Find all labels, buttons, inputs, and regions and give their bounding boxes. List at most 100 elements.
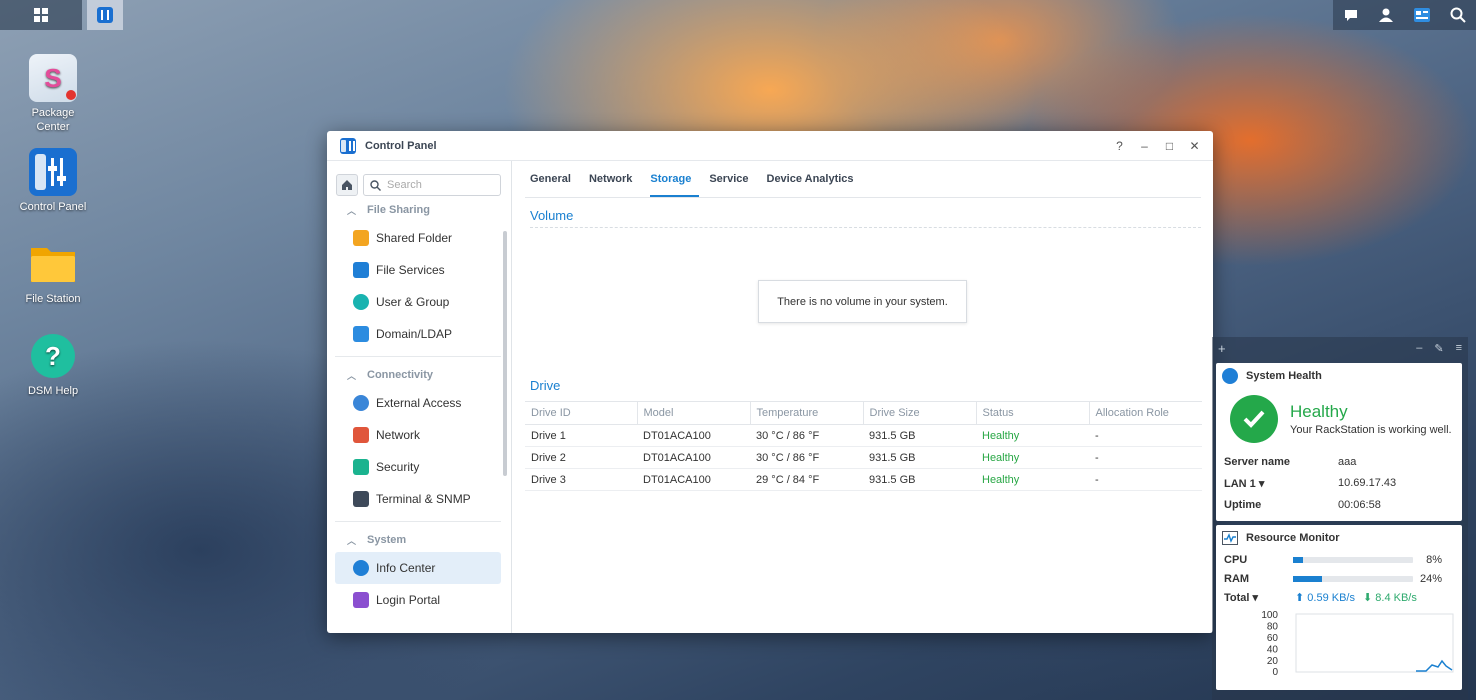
column-header[interactable]: Model [637, 401, 751, 425]
resource-monitor-icon [1222, 531, 1238, 545]
sidebar-item-terminal-snmp[interactable]: Terminal & SNMP [335, 483, 501, 515]
tab-storage[interactable]: Storage [650, 168, 700, 197]
minimize-widgets-icon[interactable]: – [1416, 342, 1422, 355]
tab-network[interactable]: Network [589, 168, 640, 197]
chevron-up-icon: ︿ [347, 535, 357, 546]
close-button[interactable]: ✕ [1186, 137, 1203, 154]
chevron-up-icon: ︿ [347, 370, 357, 381]
folder-icon [29, 240, 77, 288]
file-services-icon [353, 262, 369, 278]
download-rate: ⬇ 8.4 KB/s [1363, 591, 1417, 604]
cell: - [1089, 468, 1202, 491]
user-icon[interactable] [1378, 7, 1394, 23]
desktop-icon-dsm-help[interactable]: ? DSM Help [10, 332, 96, 398]
tab-general[interactable]: General [530, 168, 579, 197]
chart-tick: 20 [1267, 656, 1279, 667]
search-input[interactable]: Search [363, 174, 501, 196]
cell: 931.5 GB [863, 446, 976, 469]
sidebar-item-domain-ldap[interactable]: Domain/LDAP [335, 318, 501, 350]
ram-label: RAM [1224, 572, 1250, 585]
drive-table: Drive ID Model Temperature Drive Size St… [525, 401, 1202, 491]
column-header[interactable]: Status [976, 401, 1090, 425]
section-connectivity[interactable]: ︿ Connectivity [327, 363, 511, 387]
desktop-icon-label: DSM Help [27, 385, 79, 397]
sidebar-item-label: Info Center [376, 561, 436, 575]
main-content: General Network Storage Service Device A… [513, 161, 1213, 633]
chevron-up-icon: ︿ [347, 205, 357, 216]
info-icon [353, 560, 369, 576]
column-header[interactable]: Temperature [750, 401, 864, 425]
terminal-icon [353, 491, 369, 507]
domain-ldap-icon [353, 326, 369, 342]
sidebar-item-shared-folder[interactable]: Shared Folder [335, 222, 501, 254]
cpu-bar [1293, 557, 1413, 564]
maximize-button[interactable]: □ [1161, 137, 1178, 154]
health-subtitle: Your RackStation is working well. [1290, 424, 1452, 436]
widget-settings-icon[interactable]: ≡ [1456, 342, 1462, 355]
search-icon[interactable] [1450, 7, 1467, 23]
home-button[interactable] [336, 174, 358, 196]
chat-icon[interactable] [1343, 7, 1359, 23]
tab-service[interactable]: Service [709, 168, 756, 197]
server-name-label: Server name [1224, 455, 1291, 468]
sidebar-item-label: Shared Folder [376, 231, 453, 245]
lan-row: LAN 1 ▾ 10.69.17.43 [1216, 473, 1462, 495]
cpu-row: CPU 8% [1216, 551, 1462, 570]
section-label: Connectivity [367, 369, 434, 381]
sidebar-item-network[interactable]: Network [335, 419, 501, 451]
table-row[interactable]: Drive 1 DT01ACA100 30 °C / 86 °F 931.5 G… [525, 424, 1202, 447]
column-header[interactable]: Drive Size [863, 401, 977, 425]
desktop-icon-control-panel[interactable]: Control Panel [10, 148, 96, 214]
sidebar-item-info-center[interactable]: Info Center [335, 552, 501, 584]
desktop-icon-file-station[interactable]: File Station [10, 240, 96, 306]
section-file-sharing[interactable]: ︿ File Sharing [327, 198, 511, 222]
desktop-icon-label: Control Panel [19, 201, 87, 213]
sidebar-item-login-portal[interactable]: Login Portal [335, 584, 501, 616]
uptime-value: 00:06:58 [1338, 498, 1381, 511]
sidebar-item-label: Login Portal [376, 593, 441, 607]
status-cell: Healthy [976, 468, 1089, 491]
desktop-icon-label: File Station [25, 293, 81, 305]
sidebar-item-label: Terminal & SNMP [376, 492, 471, 506]
empty-volume-message: There is no volume in your system. [758, 280, 967, 323]
column-header[interactable]: Allocation Role [1089, 401, 1202, 425]
add-widget-button[interactable]: + [1218, 341, 1226, 356]
desktop-icon-package-center[interactable]: S Package Center [10, 54, 96, 134]
cell: - [1089, 446, 1202, 469]
help-button[interactable]: ? [1111, 137, 1128, 154]
minimize-button[interactable]: – [1136, 137, 1153, 154]
cpu-pct: 8% [1426, 554, 1442, 567]
widgets-icon[interactable] [1413, 7, 1431, 23]
volume-section-title: Volume [530, 208, 1201, 228]
tab-device-analytics[interactable]: Device Analytics [767, 168, 862, 197]
table-row[interactable]: Drive 2 DT01ACA100 30 °C / 86 °F 931.5 G… [525, 446, 1202, 469]
control-panel-icon [29, 148, 77, 196]
main-menu-button[interactable] [0, 0, 82, 30]
cell: DT01ACA100 [637, 446, 750, 469]
cell: - [1089, 424, 1202, 447]
window-titlebar[interactable]: Control Panel ? – □ ✕ [327, 131, 1213, 161]
column-header[interactable]: Drive ID [525, 401, 638, 425]
sidebar-scrollbar[interactable] [503, 231, 507, 476]
uptime-label: Uptime [1224, 498, 1262, 511]
taskbar-right [1333, 0, 1476, 30]
sidebar-item-security[interactable]: Security [335, 451, 501, 483]
lan-ip-value: 10.69.17.43 [1338, 477, 1397, 490]
status-cell: Healthy [976, 446, 1089, 469]
table-row[interactable]: Drive 3 DT01ACA100 29 °C / 84 °F 931.5 G… [525, 468, 1202, 491]
control-panel-window: Control Panel ? – □ ✕ Search ︿ File Shar… [327, 131, 1213, 633]
desktop-icon-label: Package [31, 107, 75, 119]
sidebar-item-file-services[interactable]: File Services [335, 254, 501, 286]
sidebar-item-label: External Access [376, 396, 462, 410]
uptime-row: Uptime 00:06:58 [1216, 494, 1462, 516]
pin-icon[interactable]: ✎ [1434, 342, 1443, 355]
tab-bar: General Network Storage Service Device A… [525, 161, 1201, 198]
lan-dropdown[interactable]: LAN 1 ▾ [1224, 477, 1338, 490]
total-dropdown[interactable]: Total ▾ [1224, 591, 1295, 604]
taskbar-control-panel-button[interactable] [87, 0, 123, 30]
widgets-panel: + – ✎ ≡ System Health Healthy Your RackS… [1212, 337, 1468, 700]
sidebar-item-user-group[interactable]: User & Group [335, 286, 501, 318]
sidebar-item-external-access[interactable]: External Access [335, 387, 501, 419]
section-system[interactable]: ︿ System [327, 528, 511, 552]
desktop-icon-label: Center [36, 121, 70, 133]
